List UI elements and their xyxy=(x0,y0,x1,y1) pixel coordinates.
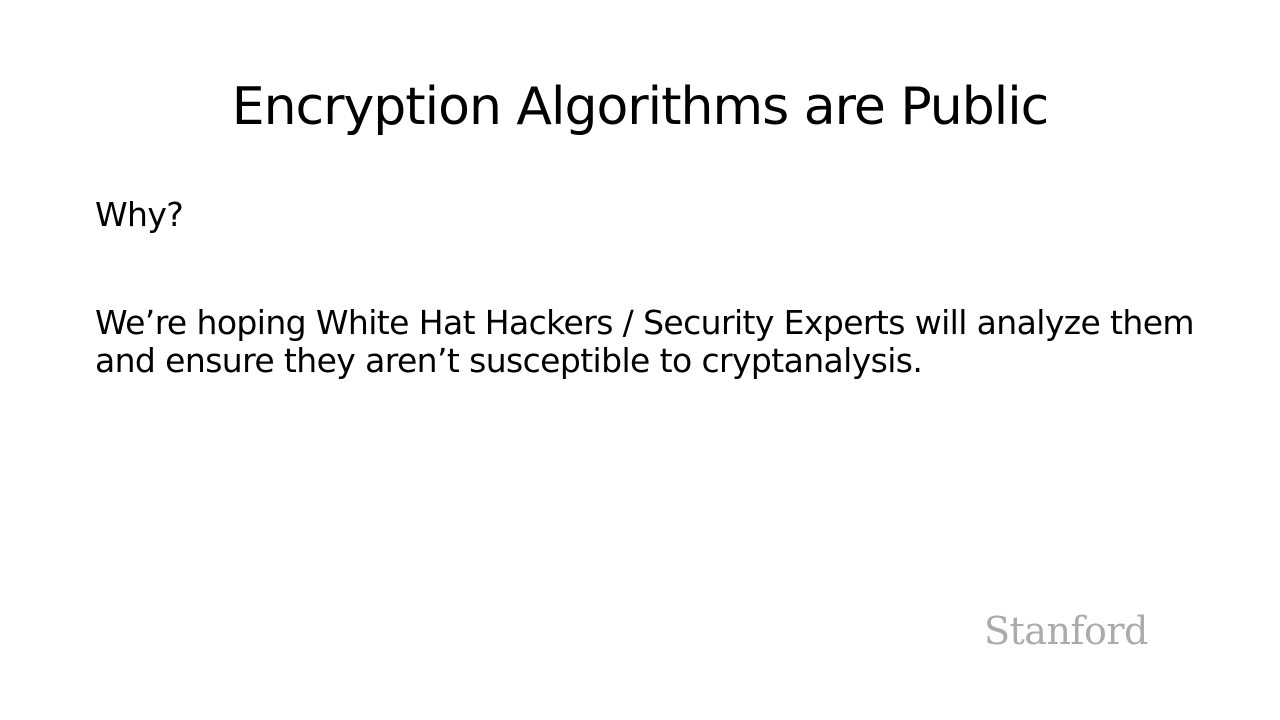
slide: Encryption Algorithms are Public Why? We… xyxy=(0,0,1280,720)
answer-paragraph: We’re hoping White Hat Hackers / Securit… xyxy=(95,303,1195,380)
stanford-logo: Stanford xyxy=(984,609,1148,653)
question-text: Why? xyxy=(95,195,184,234)
slide-title: Encryption Algorithms are Public xyxy=(231,77,1050,137)
